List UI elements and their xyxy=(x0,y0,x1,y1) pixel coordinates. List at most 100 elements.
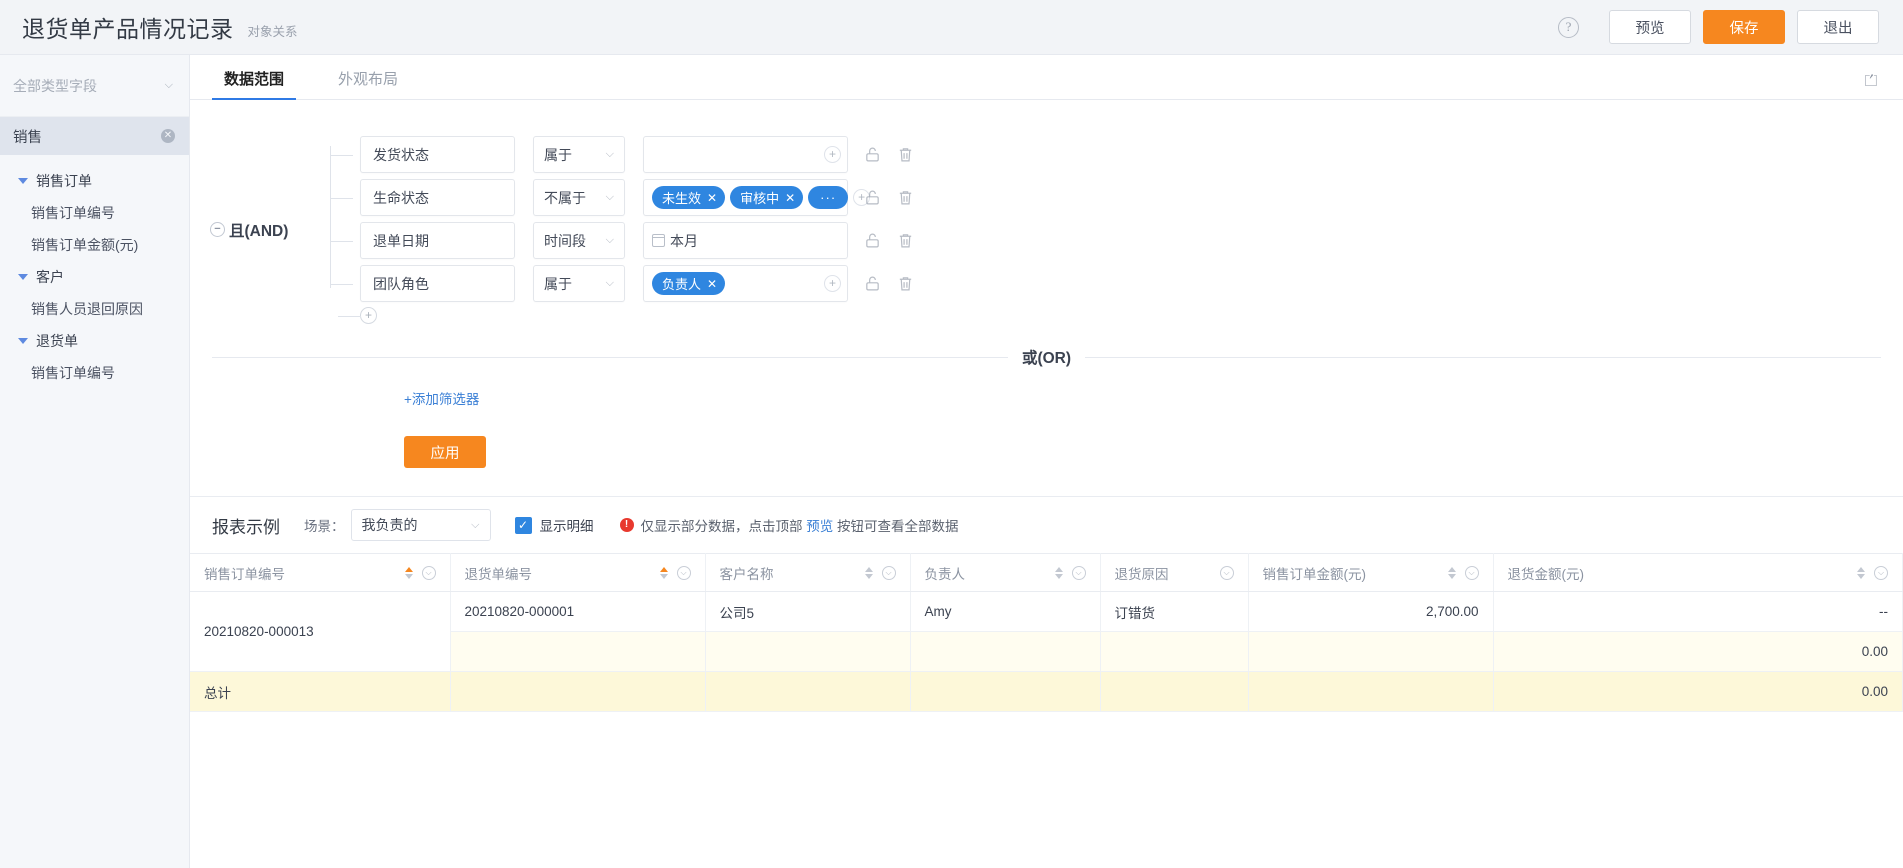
column-header-return-reason[interactable]: 退货原因 ⌵ xyxy=(1100,553,1249,592)
report-title: 报表示例 xyxy=(212,517,280,537)
sort-toggle-icon[interactable] xyxy=(1045,566,1063,579)
remove-tag-icon[interactable]: ✕ xyxy=(785,191,795,205)
filter-value-input[interactable]: + xyxy=(643,136,848,173)
app-root: 退货单产品情况记录 对象关系 ? 预览 保存 退出 全部类型字段 ⌵ 销售 ✕ … xyxy=(0,0,1903,868)
sidebar-group-sales-order[interactable]: 销售订单 xyxy=(0,165,189,197)
column-filter-icon[interactable]: ⌵ xyxy=(881,565,896,580)
trash-icon[interactable] xyxy=(897,189,914,206)
filter-value-input[interactable]: 未生效 ✕ 审核中 ✕ ··· + xyxy=(643,179,871,216)
sidebar-field-sales-order-no[interactable]: 销售订单编号 xyxy=(0,197,189,229)
filter-value-tag[interactable]: 负责人 ✕ xyxy=(652,272,726,295)
sort-toggle-icon[interactable] xyxy=(1847,566,1865,579)
column-filter-icon[interactable]: ⌵ xyxy=(1071,565,1086,580)
chevron-down-icon xyxy=(18,338,28,344)
sort-toggle-icon[interactable] xyxy=(395,566,413,579)
warning-suffix: 按钮可查看全部数据 xyxy=(833,519,959,534)
scene-select[interactable]: 我负责的 ⌵ xyxy=(350,509,491,541)
sort-toggle-icon[interactable] xyxy=(650,566,668,579)
cell-return-order-no[interactable]: 20210820-000001 xyxy=(450,591,706,632)
cell-customer[interactable]: 公司5 xyxy=(705,591,911,632)
sidebar-field-tree: 销售订单 销售订单编号 销售订单金额(元) 客户 销售人员退回原因 退货单 销售… xyxy=(0,155,189,389)
help-icon[interactable]: ? xyxy=(1558,16,1579,38)
filter-operator-select[interactable]: 属于 ⌵ xyxy=(533,265,625,302)
sidebar-group-return-order[interactable]: 退货单 xyxy=(0,325,189,357)
field-type-select[interactable]: 全部类型字段 ⌵ xyxy=(0,55,189,117)
filter-value-input[interactable]: 负责人 ✕ + xyxy=(643,265,848,302)
column-filter-icon[interactable]: ⌵ xyxy=(676,565,691,580)
warning-icon: ! xyxy=(619,518,634,532)
add-filter-row-icon[interactable]: + xyxy=(338,307,377,324)
close-circle-icon[interactable]: ✕ xyxy=(161,129,175,143)
sort-toggle-icon[interactable] xyxy=(1438,566,1456,579)
show-detail-checkbox[interactable]: ✓ xyxy=(514,516,532,534)
filter-field-select[interactable]: 退单日期 xyxy=(360,222,515,259)
column-header-owner[interactable]: 负责人 ⌵ xyxy=(910,553,1101,592)
trash-icon[interactable] xyxy=(897,146,914,163)
filter-field-select[interactable]: 生命状态 xyxy=(360,179,515,216)
filter-date-input[interactable]: 本月 xyxy=(643,222,848,259)
column-filter-icon[interactable]: ⌵ xyxy=(1874,565,1888,580)
subtotal-blank xyxy=(1248,631,1494,672)
sidebar-field-label: 销售人员退回原因 xyxy=(31,301,143,317)
report-toolbar: 报表示例 场景： 我负责的 ⌵ ✓ 显示明细 ! 仅显示部分数据，点击顶部 预览… xyxy=(190,497,1903,553)
sidebar-group-label: 退货单 xyxy=(36,333,78,349)
column-header-customer[interactable]: 客户名称 ⌵ xyxy=(705,553,911,592)
filter-date-value: 本月 xyxy=(652,231,698,251)
exit-button[interactable]: 退出 xyxy=(1797,10,1879,44)
and-label-text: 且(AND) xyxy=(229,222,289,240)
filter-operator-select[interactable]: 时间段 ⌵ xyxy=(533,222,625,259)
lock-icon[interactable] xyxy=(864,146,881,163)
sidebar-field-return-reason[interactable]: 销售人员退回原因 xyxy=(0,293,189,325)
filter-field-select[interactable]: 发货状态 xyxy=(360,136,515,173)
sidebar-module-sales[interactable]: 销售 ✕ xyxy=(0,117,189,155)
column-filter-icon[interactable]: ⌵ xyxy=(1464,565,1479,580)
filter-value-tag[interactable]: 审核中 ✕ xyxy=(730,186,804,209)
column-filter-icon[interactable]: ⌵ xyxy=(1219,565,1234,580)
column-header-order-amount[interactable]: 销售订单金额(元) ⌵ xyxy=(1248,553,1494,592)
filter-operator-select[interactable]: 不属于 ⌵ xyxy=(533,179,625,216)
sidebar-group-customer[interactable]: 客户 xyxy=(0,261,189,293)
lock-icon[interactable] xyxy=(864,275,881,292)
lock-icon[interactable] xyxy=(864,189,881,206)
filter-rows: 发货状态 属于 ⌵ + 生命状态 不属于 ⌵ 未生效 ✕ 审核中 ✕ ··· +… xyxy=(330,135,914,324)
apply-button[interactable]: 应用 xyxy=(404,436,486,468)
column-label: 退货金额(元) xyxy=(1507,566,1585,582)
column-header-return-amount[interactable]: 退货金额(元) ⌵ xyxy=(1493,553,1903,592)
filter-value-tag-label: 负责人 xyxy=(662,277,702,292)
remove-tag-icon[interactable]: ✕ xyxy=(707,277,717,291)
sidebar-field-sales-order-amount[interactable]: 销售订单金额(元) xyxy=(0,229,189,261)
trash-icon[interactable] xyxy=(897,232,914,249)
trash-icon[interactable] xyxy=(897,275,914,292)
warning-prefix: 仅显示部分数据，点击顶部 xyxy=(640,519,807,534)
save-button[interactable]: 保存 xyxy=(1703,10,1785,44)
app-body: 全部类型字段 ⌵ 销售 ✕ 销售订单 销售订单编号 销售订单金额(元) 客户 销… xyxy=(0,55,1903,868)
filter-value-tag[interactable]: 未生效 ✕ xyxy=(652,186,726,209)
column-header-sales-order-no[interactable]: 销售订单编号 ⌵ xyxy=(190,553,451,592)
cell-sales-order-no[interactable]: 20210820-000013 xyxy=(190,591,451,672)
filter-field-select[interactable]: 团队角色 xyxy=(360,265,515,302)
minus-circle-icon[interactable]: − xyxy=(210,222,225,237)
tab-data-range[interactable]: 数据范围 xyxy=(212,68,297,100)
chevron-double-up-icon[interactable]: ⏍ xyxy=(1865,74,1877,90)
column-label: 销售订单编号 xyxy=(204,566,285,582)
sort-toggle-icon[interactable] xyxy=(855,566,873,579)
lock-icon[interactable] xyxy=(864,232,881,249)
column-header-return-order-no[interactable]: 退货单编号 ⌵ xyxy=(450,553,706,592)
filter-value-overflow-tag[interactable]: ··· xyxy=(808,186,849,209)
column-filter-icon[interactable]: ⌵ xyxy=(421,565,436,580)
preview-button[interactable]: 预览 xyxy=(1609,10,1691,44)
total-blank xyxy=(1100,671,1249,712)
scene-label: 场景： xyxy=(304,519,345,534)
divider-line xyxy=(1085,356,1882,358)
sidebar-field-return-sales-order-no[interactable]: 销售订单编号 xyxy=(0,357,189,389)
chevron-down-icon: ⌵ xyxy=(605,191,614,203)
filter-operator-select[interactable]: 属于 ⌵ xyxy=(533,136,625,173)
subtotal-blank xyxy=(450,631,706,672)
tab-appearance-layout[interactable]: 外观布局 xyxy=(326,68,410,99)
add-filter-link[interactable]: +添加筛选器 xyxy=(404,388,479,408)
show-detail-label[interactable]: 显示明细 xyxy=(540,515,594,535)
add-value-icon[interactable]: + xyxy=(824,146,841,163)
remove-tag-icon[interactable]: ✕ xyxy=(707,191,717,205)
warning-preview-link[interactable]: 预览 xyxy=(806,519,833,534)
add-value-icon[interactable]: + xyxy=(824,275,841,292)
